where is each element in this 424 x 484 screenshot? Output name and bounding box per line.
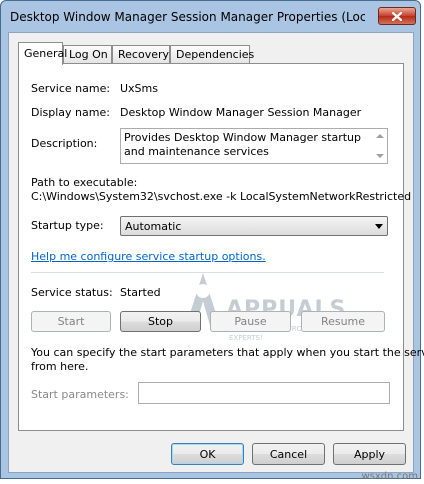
scroll-down-icon[interactable] xyxy=(376,154,384,158)
apply-button[interactable]: Apply xyxy=(333,443,406,465)
start-params-label: Start parameters: xyxy=(31,388,129,401)
close-icon xyxy=(392,11,402,21)
cancel-button[interactable]: Cancel xyxy=(252,443,325,465)
service-name-label: Service name: xyxy=(31,82,111,95)
tab-dependencies[interactable]: Dependencies xyxy=(170,45,254,64)
start-button[interactable]: Start xyxy=(31,311,111,332)
startup-type-label: Startup type: xyxy=(31,219,104,232)
section-divider xyxy=(31,272,384,273)
window-title: Desktop Window Manager Session Manager P… xyxy=(10,10,365,24)
site-watermark: wsxdn.com xyxy=(361,471,418,482)
service-status-value: Started xyxy=(120,286,161,299)
stop-button[interactable]: Stop xyxy=(120,311,201,332)
tab-recovery[interactable]: Recovery xyxy=(112,45,170,64)
start-params-info-line1: You can specify the start parameters tha… xyxy=(31,346,424,359)
chevron-down-icon xyxy=(375,224,383,229)
dialog-client-area: General Log On Recovery Dependencies Ser… xyxy=(8,32,424,473)
scroll-up-icon[interactable] xyxy=(376,134,384,138)
description-label: Description: xyxy=(31,137,98,150)
help-configure-link[interactable]: Help me configure service startup option… xyxy=(31,250,266,263)
tab-log-on[interactable]: Log On xyxy=(63,45,112,64)
start-params-info-line2: from here. xyxy=(31,360,89,373)
start-params-input[interactable] xyxy=(138,382,390,404)
description-box[interactable]: Provides Desktop Window Manager startup … xyxy=(120,128,388,164)
startup-type-select[interactable]: Automatic xyxy=(120,216,388,236)
path-label: Path to executable: xyxy=(31,176,138,189)
title-bar[interactable]: Desktop Window Manager Session Manager P… xyxy=(1,1,420,31)
startup-type-value: Automatic xyxy=(125,220,182,233)
service-name-value: UxSms xyxy=(120,82,158,95)
path-value: C:\Windows\System32\svchost.exe -k Local… xyxy=(31,190,412,203)
tab-general[interactable]: General xyxy=(18,42,67,65)
pause-button[interactable]: Pause xyxy=(210,311,291,332)
resume-button[interactable]: Resume xyxy=(301,311,385,332)
description-text: Provides Desktop Window Manager startup … xyxy=(124,131,362,158)
ok-button[interactable]: OK xyxy=(171,443,244,465)
display-name-value: Desktop Window Manager Session Manager xyxy=(120,106,362,119)
service-status-label: Service status: xyxy=(31,286,113,299)
close-button[interactable] xyxy=(378,7,416,25)
display-name-label: Display name: xyxy=(31,106,110,119)
description-scrollbar[interactable] xyxy=(373,129,387,163)
general-tab-panel: Service name: UxSms Display name: Deskto… xyxy=(18,63,424,431)
properties-window: Desktop Window Manager Session Manager P… xyxy=(0,0,424,479)
